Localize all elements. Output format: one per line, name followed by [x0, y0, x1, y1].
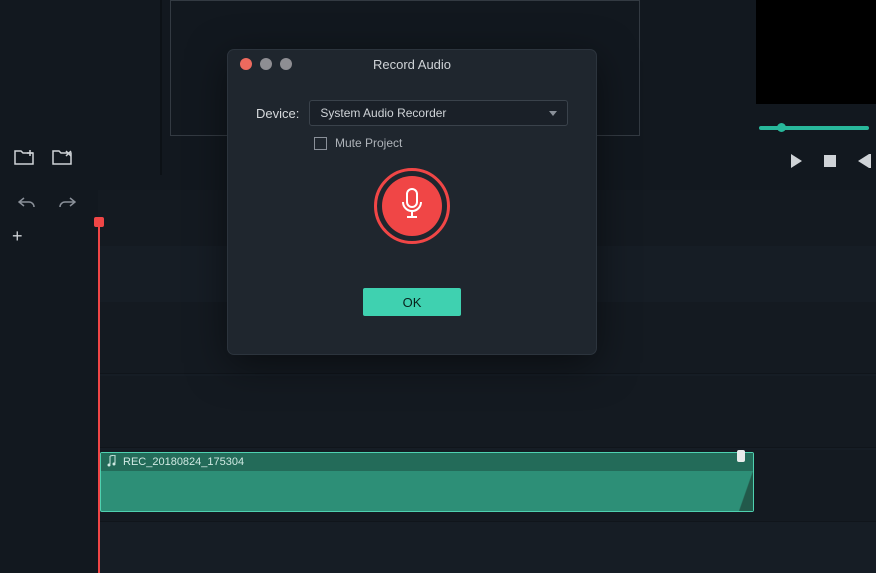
folder-remove-icon[interactable]: [52, 148, 72, 164]
add-track-button[interactable]: +: [12, 226, 23, 247]
volume-slider[interactable]: [759, 126, 869, 130]
program-preview: [756, 0, 876, 104]
step-back-button[interactable]: [858, 154, 869, 168]
minimize-icon[interactable]: [260, 58, 272, 70]
undo-icon[interactable]: [18, 194, 36, 212]
device-select[interactable]: System Audio Recorder: [309, 100, 568, 126]
ok-button[interactable]: OK: [363, 288, 461, 316]
record-audio-dialog: Record Audio Device: System Audio Record…: [228, 50, 596, 354]
mute-project-label: Mute Project: [335, 136, 402, 150]
video-track-2[interactable]: [0, 376, 876, 448]
record-button[interactable]: [374, 168, 450, 244]
folder-add-icon[interactable]: [14, 148, 34, 164]
stop-button[interactable]: [824, 155, 836, 167]
clip-volume-handle[interactable]: [737, 450, 745, 462]
redo-icon[interactable]: [58, 194, 76, 212]
audio-clip[interactable]: REC_20180824_175304: [100, 452, 754, 512]
mic-icon: [398, 187, 426, 226]
clip-fade-out[interactable]: [739, 471, 753, 511]
volume-knob[interactable]: [777, 123, 786, 132]
device-selected-value: System Audio Recorder: [320, 106, 446, 120]
panel-divider: [160, 0, 162, 175]
clip-name: REC_20180824_175304: [123, 456, 244, 468]
mute-project-checkbox[interactable]: [314, 137, 327, 150]
zoom-icon[interactable]: [280, 58, 292, 70]
device-label: Device:: [256, 106, 299, 121]
playhead-handle[interactable]: [94, 217, 104, 227]
close-icon[interactable]: [240, 58, 252, 70]
playback-controls: [759, 118, 869, 168]
playhead[interactable]: [98, 218, 100, 573]
chevron-down-icon: [549, 111, 557, 116]
track-gutter: [0, 246, 98, 573]
play-button[interactable]: [791, 154, 802, 168]
dialog-titlebar[interactable]: Record Audio: [228, 50, 596, 78]
dialog-title: Record Audio: [373, 57, 451, 72]
music-icon: [107, 455, 117, 470]
